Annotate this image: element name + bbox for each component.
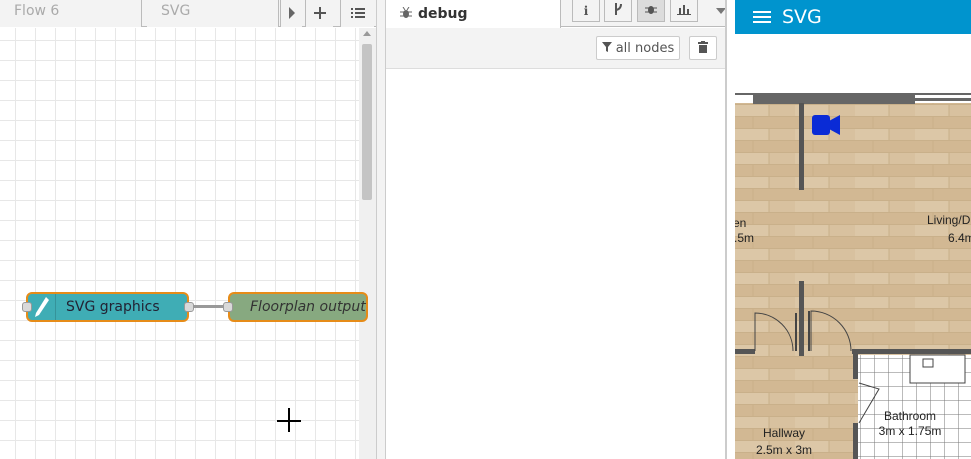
outer-wall xyxy=(753,95,915,104)
tab-svg[interactable]: SVG xyxy=(147,0,279,27)
interior-wall xyxy=(852,349,971,354)
info-tab-button[interactable]: i xyxy=(572,0,600,22)
door xyxy=(795,313,797,351)
output-port[interactable] xyxy=(184,302,194,312)
workspace-tabbar: Flow 6 SVG xyxy=(0,0,376,27)
outer-wall xyxy=(735,93,971,95)
crosshair-cursor-icon xyxy=(288,408,290,432)
branch-icon xyxy=(613,2,623,19)
interior-wall xyxy=(735,349,755,354)
tab-flow-6[interactable]: Flow 6 xyxy=(0,0,142,27)
bar-chart-icon xyxy=(677,3,691,18)
tab-label: Flow 6 xyxy=(14,3,60,19)
caret-right-icon xyxy=(288,4,296,23)
bug-icon xyxy=(400,6,412,22)
list-icon xyxy=(350,4,365,23)
floorplan-svg[interactable]: en .5m Living/D 6.4m Hallway 2.5m x 3m B… xyxy=(735,93,971,459)
room-label: Bathroom xyxy=(884,409,936,423)
filter-icon xyxy=(601,41,612,56)
screen: Flow 6 SVG SVG graphics Floorplan output… xyxy=(0,0,971,459)
door xyxy=(808,311,810,351)
workspace: Flow 6 SVG SVG graphics Floorplan output xyxy=(0,0,376,459)
vertical-scrollbar[interactable] xyxy=(359,28,376,459)
debug-tab-button[interactable] xyxy=(637,0,665,22)
scrollbar-thumb[interactable] xyxy=(362,44,372,200)
room-label: Living/D xyxy=(927,213,971,227)
dashboard-header: SVG xyxy=(735,0,971,34)
interior-wall xyxy=(799,103,804,190)
room-label: Hallway xyxy=(763,426,805,440)
input-port[interactable] xyxy=(223,302,233,312)
pencil-icon xyxy=(28,294,56,320)
hamburger-menu-icon[interactable] xyxy=(753,11,771,23)
dashboard-window: SVG en .5m Living/D 6.4m Hallway 2.5m x … xyxy=(725,0,971,459)
debug-toolbar: all nodes xyxy=(386,28,726,69)
scroll-up-arrow-icon[interactable] xyxy=(363,31,371,36)
clear-messages-button[interactable] xyxy=(689,36,717,60)
bug-icon xyxy=(645,3,657,18)
interior-wall xyxy=(853,423,858,459)
filter-nodes-button[interactable]: all nodes xyxy=(596,36,680,60)
room-size: .5m xyxy=(735,231,754,245)
dashboard-title: SVG xyxy=(782,6,822,28)
tab-label: debug xyxy=(418,6,468,22)
node-label: SVG graphics xyxy=(66,299,160,315)
camera-icon[interactable] xyxy=(812,115,840,135)
sidebar-tabbar: debug i xyxy=(386,0,726,28)
info-icon: i xyxy=(583,3,589,18)
bathroom-sink xyxy=(909,354,966,384)
plus-icon xyxy=(313,4,326,23)
tab-debug[interactable]: debug xyxy=(386,0,561,28)
sidebar-resize-handle[interactable] xyxy=(376,0,386,459)
git-tab-button[interactable] xyxy=(604,0,632,22)
trash-icon xyxy=(698,40,708,56)
window xyxy=(915,98,971,101)
interior-wall xyxy=(853,349,858,379)
scroll-tabs-button[interactable] xyxy=(280,0,302,27)
dashboard-tab-button[interactable] xyxy=(670,0,698,22)
input-port[interactable] xyxy=(22,302,32,312)
node-floorplan-output[interactable]: Floorplan output xyxy=(228,292,368,322)
interior-wall xyxy=(799,281,804,356)
room-size: 6.4m xyxy=(948,231,971,245)
room-size: 3m x 1.75m xyxy=(879,424,942,438)
tab-label: SVG xyxy=(161,3,191,19)
node-svg-graphics[interactable]: SVG graphics xyxy=(26,292,189,322)
room-size: 2.5m x 3m xyxy=(756,443,812,457)
add-flow-button[interactable] xyxy=(305,0,333,27)
room-label: en xyxy=(735,216,746,230)
list-flows-button[interactable] xyxy=(340,0,374,27)
filter-label: all nodes xyxy=(615,40,675,56)
node-label: Floorplan output xyxy=(250,299,366,315)
flow-canvas[interactable] xyxy=(0,28,359,459)
debug-sidebar: debug i all nodes xyxy=(386,0,726,459)
